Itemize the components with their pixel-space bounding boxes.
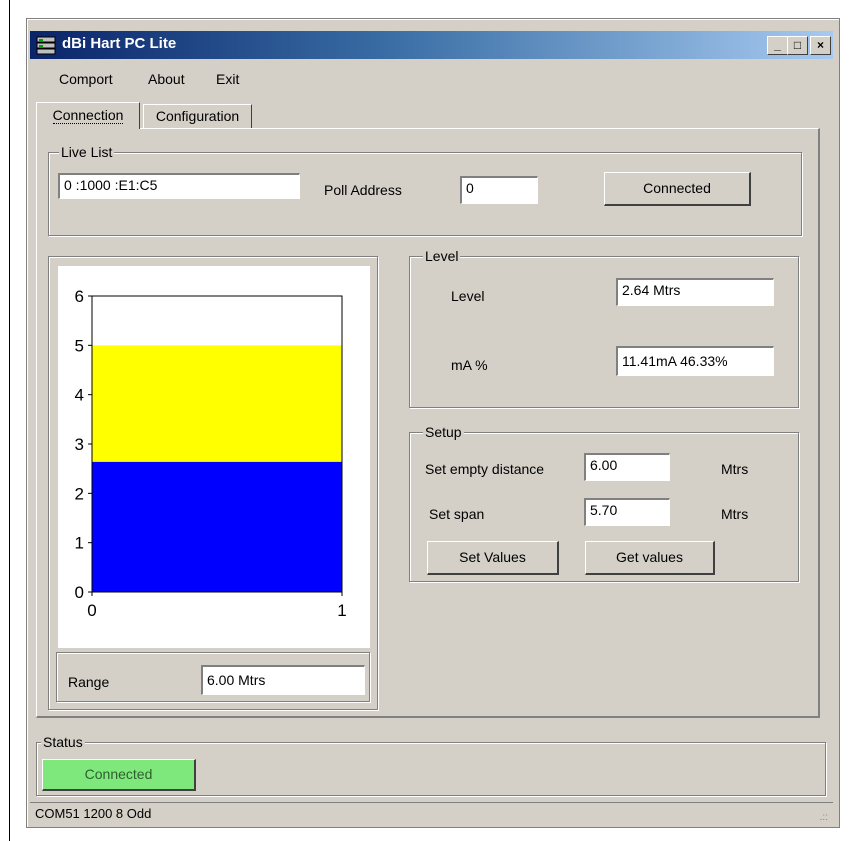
get-values-button[interactable]: Get values [585, 541, 715, 575]
ma-label: mA % [451, 357, 488, 373]
close-button[interactable]: × [810, 36, 831, 55]
tab-configuration[interactable]: Configuration [143, 104, 252, 128]
y-tick-label-5: 5 [75, 336, 84, 355]
x-tick-label-0: 0 [87, 601, 96, 620]
range-field[interactable]: 6.00 Mtrs [201, 665, 365, 695]
left-frame-line [9, 0, 10, 841]
menu-comport[interactable]: Comport [59, 68, 113, 90]
maximize-button[interactable]: □ [787, 36, 808, 55]
menu-about[interactable]: About [148, 68, 185, 90]
y-tick-label-1: 1 [75, 534, 84, 553]
minimize-button[interactable]: _ [767, 36, 788, 55]
level-field[interactable]: 2.64 Mtrs [616, 278, 774, 306]
status-bar-text: COM51 1200 8 Odd [35, 806, 152, 821]
poll-address-label: Poll Address [324, 182, 402, 198]
setup-group-title: Setup [423, 424, 464, 440]
y-tick-label-0: 0 [75, 583, 84, 602]
poll-address-field[interactable]: 0 [460, 176, 538, 204]
status-title: Status [41, 734, 85, 750]
span-field[interactable]: 5.70 [584, 498, 670, 526]
x-tick-label-1: 1 [337, 601, 346, 620]
status-connected-button[interactable]: Connected [42, 759, 196, 791]
span-unit: Mtrs [721, 506, 749, 522]
set-values-button[interactable]: Set Values [427, 541, 559, 575]
bar-segment-2 [92, 345, 342, 462]
level-group-title: Level [423, 248, 461, 264]
connect-button[interactable]: Connected [604, 172, 751, 206]
live-list-title: Live List [59, 144, 115, 160]
tab-connection[interactable]: Connection [36, 102, 140, 129]
tab-connection-label: Connection [52, 107, 124, 124]
live-list-field[interactable]: 0 :1000 :E1:C5 [58, 173, 300, 199]
minimize-icon: _ [774, 38, 781, 52]
ma-field[interactable]: 11.41mA 46.33% [616, 346, 774, 376]
y-tick-label-6: 6 [75, 287, 84, 306]
y-tick-label-3: 3 [75, 435, 84, 454]
y-tick-label-4: 4 [75, 386, 84, 405]
y-tick-label-2: 2 [75, 484, 84, 503]
tab-configuration-label: Configuration [155, 108, 240, 124]
span-label: Set span [429, 506, 485, 522]
range-label: Range [68, 674, 110, 690]
app-icon [36, 36, 56, 55]
level-label: Level [451, 288, 485, 304]
resize-grip-icon[interactable]: .:: [820, 812, 828, 823]
menu-exit[interactable]: Exit [216, 68, 239, 90]
maximize-icon: □ [793, 38, 802, 52]
empty-distance-field[interactable]: 6.00 [584, 453, 670, 481]
window-title: dBi Hart PC Lite [62, 35, 177, 52]
level-chart: 0 1 2 3 4 5 6 0 1 [75, 287, 347, 620]
empty-distance-unit: Mtrs [721, 461, 749, 477]
bar-segment-1 [92, 461, 342, 592]
close-icon: × [816, 38, 824, 52]
empty-distance-label: Set empty distance [425, 461, 545, 477]
